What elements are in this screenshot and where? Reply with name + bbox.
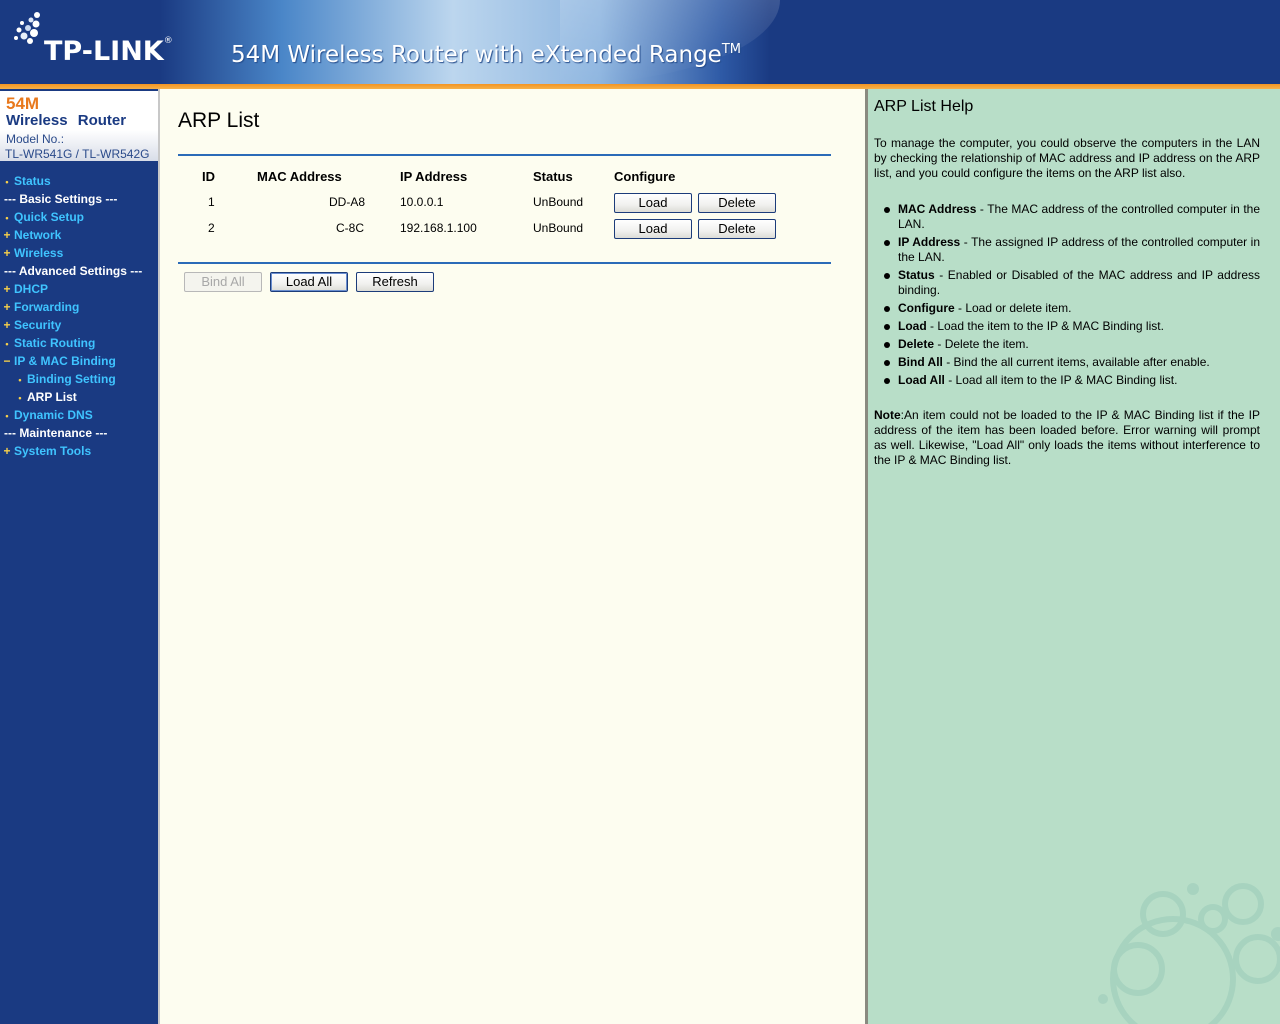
- dot-bullet-icon: •: [5, 213, 9, 223]
- delete-button[interactable]: Delete: [698, 219, 776, 239]
- bind-all-button[interactable]: Bind All: [184, 272, 262, 292]
- sidebar-section-basic-settings: --- Basic Settings ---: [4, 192, 118, 206]
- help-item: Status - Enabled or Disabled of the MAC …: [884, 268, 1260, 297]
- load-all-button[interactable]: Load All: [270, 272, 348, 292]
- help-item: Configure - Load or delete item.: [884, 301, 1260, 316]
- dot-bullet-icon: •: [18, 393, 22, 403]
- help-note: Note:An item could not be loaded to the …: [874, 408, 1260, 467]
- sidebar-item-dynamic-dns[interactable]: • Dynamic DNS: [0, 406, 158, 424]
- sidebar-section-maintenance: --- Maintenance ---: [4, 426, 108, 440]
- sidebar-item-status[interactable]: • Status: [0, 172, 158, 190]
- dot-bullet-icon: •: [5, 177, 9, 187]
- plus-icon: +: [3, 228, 11, 242]
- page-title: ARP List: [178, 109, 260, 132]
- help-item: Delete - Delete the item.: [884, 337, 1260, 352]
- decorative-bubbles-icon: [1098, 883, 1280, 1024]
- sidebar-item-quick-setup[interactable]: • Quick Setup: [0, 208, 158, 226]
- sidebar-section-advanced-settings: --- Advanced Settings ---: [4, 264, 143, 278]
- row-ip: 192.168.1.100: [400, 221, 477, 235]
- row-id: 2: [208, 221, 215, 235]
- main-content: ARP List ID MAC Address IP Address Statu…: [158, 89, 865, 1024]
- row-id: 1: [208, 195, 215, 209]
- plus-icon: +: [3, 444, 11, 458]
- column-header-configure: Configure: [614, 169, 676, 184]
- brand-logo-text: TP-LINK®: [44, 36, 173, 67]
- plus-icon: +: [3, 300, 11, 314]
- minus-icon: −: [3, 354, 11, 368]
- plus-icon: +: [3, 318, 11, 332]
- help-panel: ARP List Help To manage the computer, yo…: [865, 89, 1280, 1024]
- plus-icon: +: [3, 246, 11, 260]
- bottom-divider: [178, 262, 831, 264]
- dot-bullet-icon: •: [5, 339, 9, 349]
- refresh-button[interactable]: Refresh: [356, 272, 434, 292]
- model-badge: 54M Wireless Router Model No.: TL-WR541G…: [0, 91, 158, 161]
- column-header-status: Status: [533, 169, 573, 184]
- column-header-mac: MAC Address: [257, 169, 342, 184]
- help-item: Load - Load the item to the IP & MAC Bin…: [884, 319, 1260, 334]
- help-intro: To manage the computer, you could observ…: [874, 136, 1260, 180]
- row-status: UnBound: [533, 221, 584, 235]
- sidebar-item-wireless[interactable]: + Wireless: [0, 244, 158, 262]
- sidebar-item-forwarding[interactable]: + Forwarding: [0, 298, 158, 316]
- top-divider: [178, 154, 831, 156]
- tp-link-dots-icon: [14, 12, 40, 44]
- sidebar-item-arp-list[interactable]: • ARP List: [0, 388, 158, 406]
- header-banner: TP-LINK® 54M Wireless Router with eXtend…: [0, 0, 1280, 84]
- row-mac: C-8C: [336, 221, 365, 235]
- column-header-id: ID: [202, 169, 215, 184]
- delete-button[interactable]: Delete: [698, 193, 776, 213]
- column-header-ip: IP Address: [400, 169, 468, 184]
- help-item: IP Address - The assigned IP address of …: [884, 235, 1260, 264]
- sidebar-item-binding-setting[interactable]: • Binding Setting: [0, 370, 158, 388]
- sidebar-item-network[interactable]: + Network: [0, 226, 158, 244]
- sidebar-item-security[interactable]: + Security: [0, 316, 158, 334]
- model-type: Wireless Router: [6, 112, 127, 129]
- model-speed: 54M: [6, 94, 40, 113]
- sidebar: 54M Wireless Router Model No.: TL-WR541G…: [0, 89, 158, 1024]
- nav-menu: • Status --- Basic Settings --- • Quick Se…: [0, 172, 158, 460]
- plus-icon: +: [3, 282, 11, 296]
- help-item: Bind All - Bind the all current items, a…: [884, 355, 1260, 370]
- dot-bullet-icon: •: [18, 375, 22, 385]
- dot-bullet-icon: •: [5, 411, 9, 421]
- sidebar-item-static-routing[interactable]: • Static Routing: [0, 334, 158, 352]
- model-label: Model No.:: [6, 132, 65, 146]
- product-title: 54M Wireless Router with eXtended RangeT…: [231, 42, 741, 68]
- model-number: TL-WR541G / TL-WR542G: [5, 147, 150, 161]
- row-ip: 10.0.0.1: [400, 195, 444, 209]
- sidebar-item-dhcp[interactable]: + DHCP: [0, 280, 158, 298]
- load-button[interactable]: Load: [614, 219, 692, 239]
- row-status: UnBound: [533, 195, 584, 209]
- load-button[interactable]: Load: [614, 193, 692, 213]
- help-item: MAC Address - The MAC address of the con…: [884, 202, 1261, 231]
- help-item: Load All - Load all item to the IP & MAC…: [884, 373, 1260, 388]
- sidebar-item-system-tools[interactable]: + System Tools: [0, 442, 158, 460]
- help-list: MAC Address - The MAC address of the con…: [884, 202, 1261, 391]
- row-mac: DD-A8: [329, 195, 366, 209]
- sidebar-item-ip-mac-binding[interactable]: − IP & MAC Binding: [0, 352, 158, 370]
- help-title: ARP List Help: [874, 98, 974, 115]
